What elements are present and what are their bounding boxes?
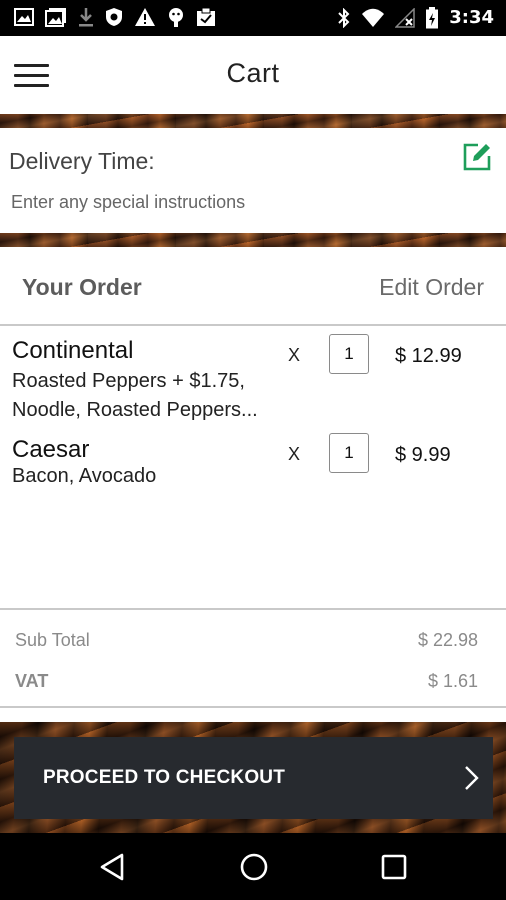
- checkout-label: PROCEED TO CHECKOUT: [43, 767, 286, 788]
- your-order-heading: Your Order: [22, 274, 142, 300]
- item-multiply-sign: X: [288, 345, 301, 365]
- item-options: Bacon, Avocado: [12, 465, 157, 487]
- page-title: Cart: [226, 58, 280, 88]
- item-name: Caesar: [12, 436, 90, 463]
- battery-icon: [426, 7, 439, 29]
- wifi-icon: [362, 8, 385, 27]
- image-icon: [14, 8, 34, 26]
- vat-label: VAT: [15, 671, 49, 691]
- vat-value: $ 1.61: [427, 671, 478, 691]
- subtotal-value: $ 22.98: [417, 630, 478, 650]
- delivery-card: Delivery Time: Enter any special instruc…: [0, 128, 506, 233]
- back-triangle-icon[interactable]: [97, 851, 129, 883]
- chevron-right-icon: [465, 766, 479, 790]
- home-circle-icon[interactable]: [238, 851, 270, 883]
- subtotal-label: Sub Total: [15, 630, 90, 650]
- quantity-field[interactable]: 1: [329, 334, 369, 374]
- proceed-to-checkout-button[interactable]: PROCEED TO CHECKOUT: [14, 737, 493, 819]
- no-signal-icon: [395, 8, 415, 28]
- edit-order-link[interactable]: Edit Order: [379, 274, 484, 301]
- item-options: Roasted Peppers + $1.75, Noodle, Roasted…: [12, 370, 258, 421]
- item-multiply-sign: X: [288, 444, 301, 464]
- wood-background-strip: [0, 114, 506, 128]
- status-right-icons: 3:34: [337, 7, 494, 29]
- status-bar: 3:34: [0, 0, 506, 36]
- clipboard-icon: [197, 7, 215, 26]
- quantity-field[interactable]: 1: [329, 433, 369, 473]
- order-panel: Your Order Edit Order Continental Roaste…: [0, 247, 506, 722]
- recents-square-icon[interactable]: [378, 851, 410, 883]
- wood-background-strip: [0, 233, 506, 247]
- totals-section: Sub Total $ 22.98 VAT $ 1.61: [0, 608, 506, 708]
- shield-icon: [106, 8, 122, 26]
- android-icon: [169, 8, 183, 27]
- special-instructions-field[interactable]: Enter any special instructions: [11, 192, 245, 213]
- gallery-icon: [45, 8, 66, 27]
- edit-icon[interactable]: [462, 142, 492, 172]
- app-bar: Cart: [0, 36, 506, 114]
- divider: [0, 706, 506, 708]
- delivery-time-label: Delivery Time:: [9, 148, 155, 174]
- status-left-icons: [14, 7, 216, 27]
- item-price: $ 12.99: [395, 345, 462, 367]
- download-icon: [79, 8, 93, 27]
- item-name: Continental: [12, 337, 134, 364]
- bluetooth-icon: [338, 8, 350, 28]
- order-header: Your Order Edit Order: [0, 247, 506, 326]
- status-clock: 3:34: [449, 7, 494, 28]
- navigation-bar: [0, 833, 506, 900]
- warning-icon: [135, 8, 155, 26]
- item-price: $ 9.99: [395, 444, 451, 466]
